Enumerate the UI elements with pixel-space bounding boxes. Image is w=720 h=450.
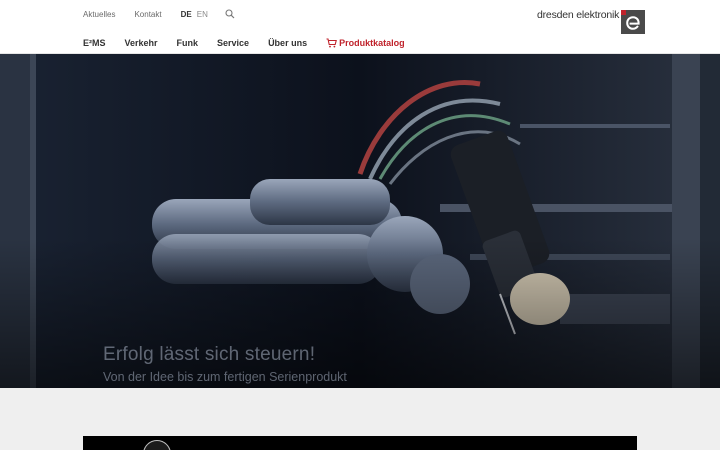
- video-player[interactable]: [83, 436, 637, 450]
- nav-link-aktuelles[interactable]: Aktuelles: [83, 10, 115, 19]
- lang-de[interactable]: DE: [181, 10, 192, 19]
- main-navigation: E²MS Verkehr Funk Service Über uns Produ…: [83, 38, 405, 48]
- nav-verkehr[interactable]: Verkehr: [125, 38, 158, 48]
- hero-subtitle: Von der Idee bis zum fertigen Serienprod…: [103, 370, 347, 384]
- company-logo[interactable]: dresden elektronik: [537, 7, 646, 37]
- play-icon[interactable]: [143, 440, 171, 450]
- nav-ueber-uns[interactable]: Über uns: [268, 38, 307, 48]
- logo-e-icon: [621, 10, 646, 34]
- nav-service[interactable]: Service: [217, 38, 249, 48]
- logo-text: dresden elektronik: [537, 9, 620, 21]
- top-bar: Aktuelles Kontakt DE EN: [83, 9, 235, 19]
- site-header: Aktuelles Kontakt DE EN dresden elektron…: [0, 0, 720, 54]
- hero-robot-arm-image: [0, 54, 720, 388]
- nav-funk[interactable]: Funk: [177, 38, 199, 48]
- cart-icon: [326, 38, 337, 48]
- language-switcher: DE EN: [181, 10, 213, 19]
- nav-e2ms[interactable]: E²MS: [83, 38, 106, 48]
- nav-link-kontakt[interactable]: Kontakt: [134, 10, 161, 19]
- search-icon[interactable]: [225, 9, 235, 19]
- hero-title: Erfolg lässt sich steuern!: [103, 344, 316, 365]
- nav-produktkatalog-label: Produktkatalog: [339, 38, 405, 48]
- lang-en[interactable]: EN: [197, 10, 208, 19]
- hero-banner: Erfolg lässt sich steuern! Von der Idee …: [0, 54, 720, 388]
- nav-produktkatalog[interactable]: Produktkatalog: [326, 38, 405, 48]
